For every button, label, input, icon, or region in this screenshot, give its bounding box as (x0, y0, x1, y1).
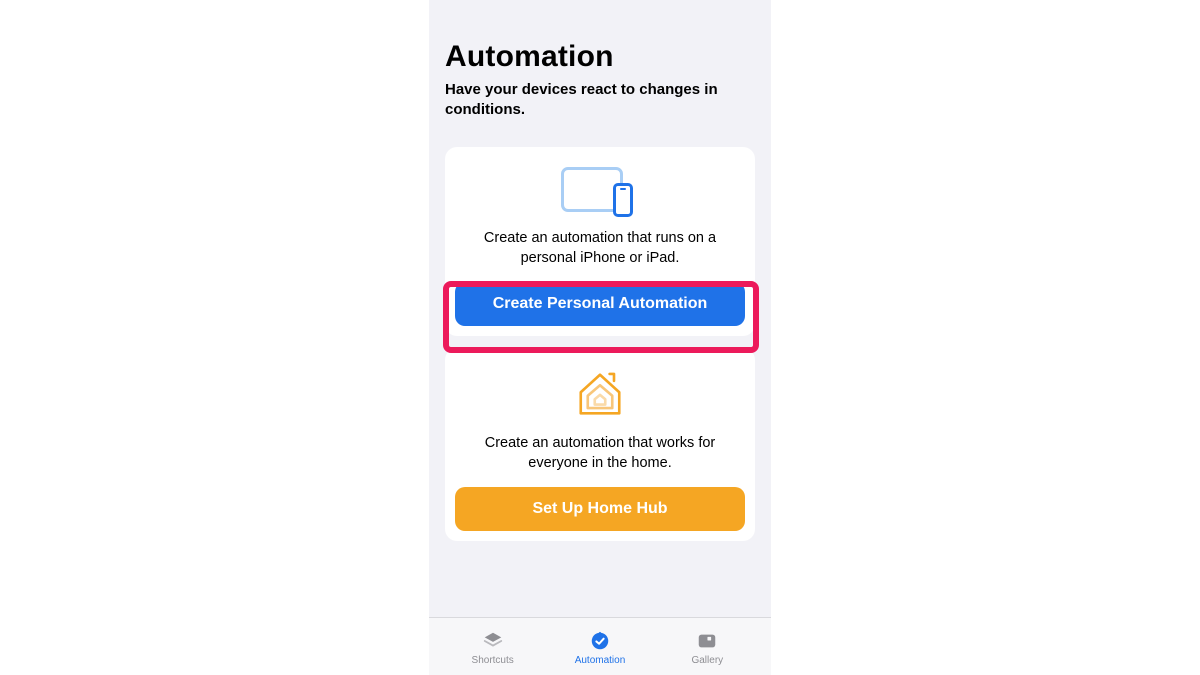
automation-options: Create an automation that runs on a pers… (429, 119, 771, 541)
tab-bar: Shortcuts Automation (429, 617, 771, 675)
set-up-home-hub-button[interactable]: Set Up Home Hub (455, 487, 745, 531)
page-title: Automation (445, 40, 755, 74)
tab-gallery-label: Gallery (691, 655, 723, 666)
shortcuts-app-automation-screen: Automation Have your devices react to ch… (429, 0, 771, 675)
home-icon (571, 366, 629, 422)
header: Automation Have your devices react to ch… (429, 0, 771, 119)
devices-icon (561, 165, 639, 217)
tab-automation-label: Automation (575, 655, 626, 666)
gallery-icon (695, 629, 719, 653)
tab-shortcuts-label: Shortcuts (472, 655, 514, 666)
clock-check-icon (588, 629, 612, 653)
page-subtitle: Have your devices react to changes in co… (445, 80, 725, 119)
tab-shortcuts[interactable]: Shortcuts (439, 629, 546, 666)
layers-icon (481, 629, 505, 653)
tab-gallery[interactable]: Gallery (654, 629, 761, 666)
create-personal-automation-button[interactable]: Create Personal Automation (455, 282, 745, 326)
tab-automation[interactable]: Automation (546, 629, 653, 666)
personal-automation-description: Create an automation that runs on a pers… (455, 221, 745, 282)
home-automation-description: Create an automation that works for ever… (455, 426, 745, 487)
home-automation-card: Create an automation that works for ever… (445, 348, 755, 541)
personal-automation-card: Create an automation that runs on a pers… (445, 147, 755, 336)
